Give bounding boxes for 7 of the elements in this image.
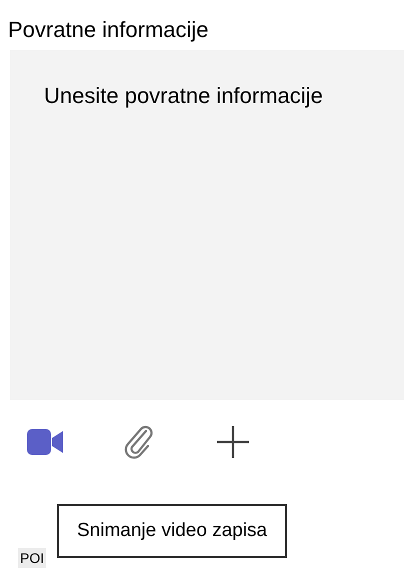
tooltip: Snimanje video zapisa [57, 504, 287, 558]
video-camera-icon [27, 429, 63, 455]
feedback-field[interactable]: Unesite povratne informacije [10, 50, 404, 400]
badge: POI [18, 548, 46, 568]
plus-icon [216, 425, 250, 459]
paperclip-icon [124, 425, 154, 459]
field-label: Povratne informacije [8, 16, 209, 44]
